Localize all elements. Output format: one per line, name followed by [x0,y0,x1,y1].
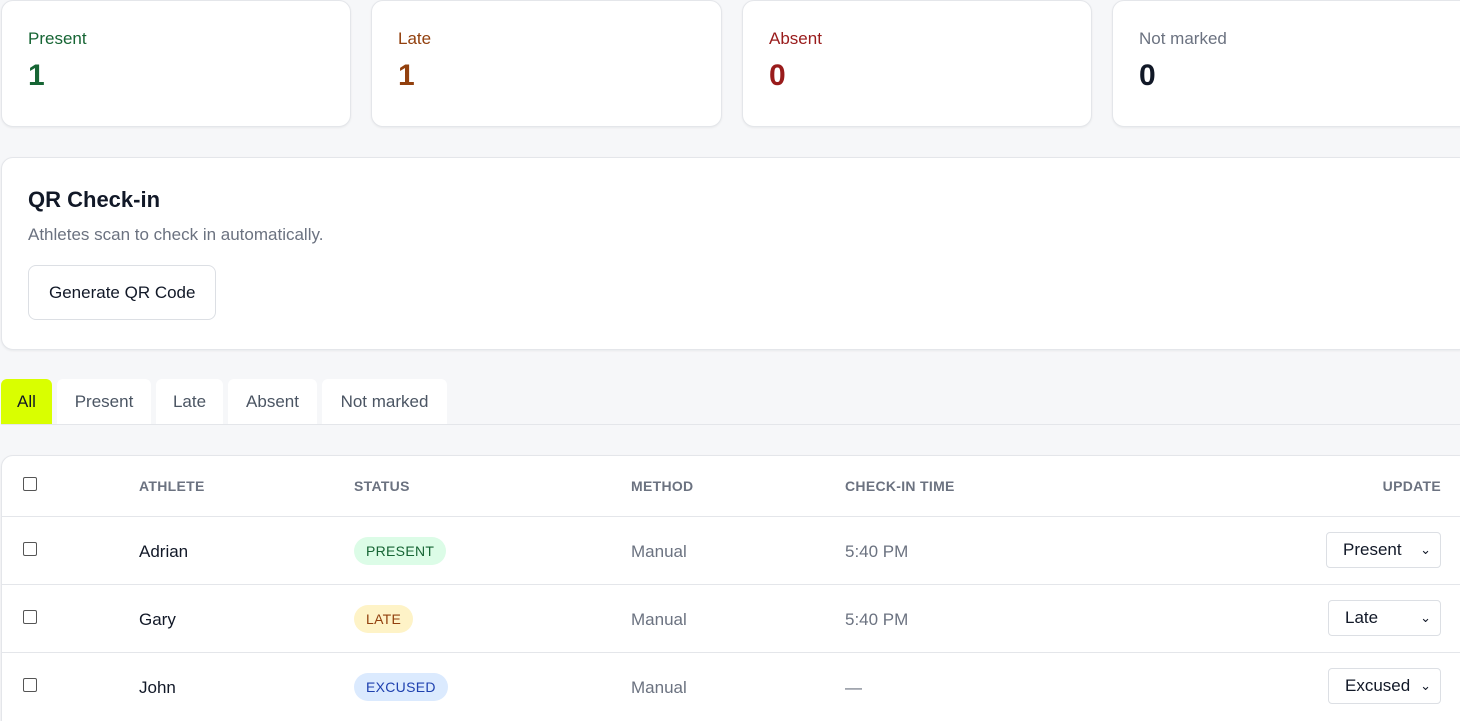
status-badge: PRESENT [354,537,447,565]
chevron-down-icon: ⌄ [1420,610,1431,625]
stat-card-late: Late 1 [371,0,722,127]
column-header-status[interactable]: STATUS [354,478,410,494]
table-row: Adrian PRESENT Manual 5:40 PM Present ⌄ [2,517,1460,585]
stat-label: Absent [769,29,822,48]
attendance-table: ATHLETE STATUS METHOD CHECK-IN TIME UPDA… [1,455,1460,721]
method-cell: Manual [631,678,687,697]
stat-value: 0 [769,59,786,92]
row-checkbox[interactable] [23,678,37,692]
tab-late[interactable]: Late [156,379,223,424]
row-checkbox[interactable] [23,542,37,556]
stat-value: 0 [1139,59,1156,92]
stat-card-present: Present 1 [1,0,351,127]
athlete-name: John [139,678,176,697]
select-value: Present [1343,540,1402,559]
method-cell: Manual [631,542,687,561]
column-header-checkin-time[interactable]: CHECK-IN TIME [845,478,955,494]
stat-value: 1 [398,59,415,92]
status-badge: LATE [354,605,414,633]
chevron-down-icon: ⌄ [1420,542,1431,557]
checkin-time-cell: 5:40 PM [845,610,909,629]
stat-value: 1 [28,59,45,92]
status-update-select[interactable]: Excused ⌄ [1328,668,1441,704]
stat-label: Late [398,29,432,48]
stat-card-absent: Absent 0 [742,0,1092,127]
chevron-down-icon: ⌄ [1420,678,1431,693]
checkin-time-cell: — [845,678,862,697]
status-badge: EXCUSED [354,673,448,701]
status-update-select[interactable]: Present ⌄ [1326,532,1441,568]
status-cell: EXCUSED [354,673,448,701]
tab-absent[interactable]: Absent [228,379,317,424]
tab-all[interactable]: All [1,379,52,424]
method-cell: Manual [631,610,687,629]
qr-subtitle: Athletes scan to check in automatically. [28,225,324,244]
table-row: Gary LATE Manual 5:40 PM Late ⌄ [2,585,1460,653]
status-cell: PRESENT [354,537,447,565]
qr-title: QR Check-in [28,187,161,212]
tab-present[interactable]: Present [57,379,151,424]
select-all-checkbox[interactable] [23,477,37,491]
column-header-method[interactable]: METHOD [631,478,693,494]
stat-label: Not marked [1139,29,1227,48]
row-checkbox[interactable] [23,610,37,624]
generate-qr-button[interactable]: Generate QR Code [28,265,217,320]
athlete-name: Gary [139,610,176,629]
qr-checkin-card: QR Check-in Athletes scan to check in au… [1,157,1460,350]
status-cell: LATE [354,605,414,633]
checkin-time-cell: 5:40 PM [845,542,909,561]
table-row: John EXCUSED Manual — Excused ⌄ [2,653,1460,721]
status-update-select[interactable]: Late ⌄ [1328,600,1441,636]
stat-label: Present [28,29,87,48]
table-header-row: ATHLETE STATUS METHOD CHECK-IN TIME UPDA… [2,456,1460,517]
filter-tabs: All Present Late Absent Not marked [1,379,1460,425]
column-header-athlete[interactable]: ATHLETE [139,478,205,494]
stat-card-not-marked: Not marked 0 [1112,0,1460,127]
column-header-update: UPDATE [1382,478,1441,494]
select-value: Late [1345,608,1379,627]
select-value: Excused [1345,676,1411,695]
athlete-name: Adrian [139,542,189,561]
tab-not-marked[interactable]: Not marked [322,379,447,424]
